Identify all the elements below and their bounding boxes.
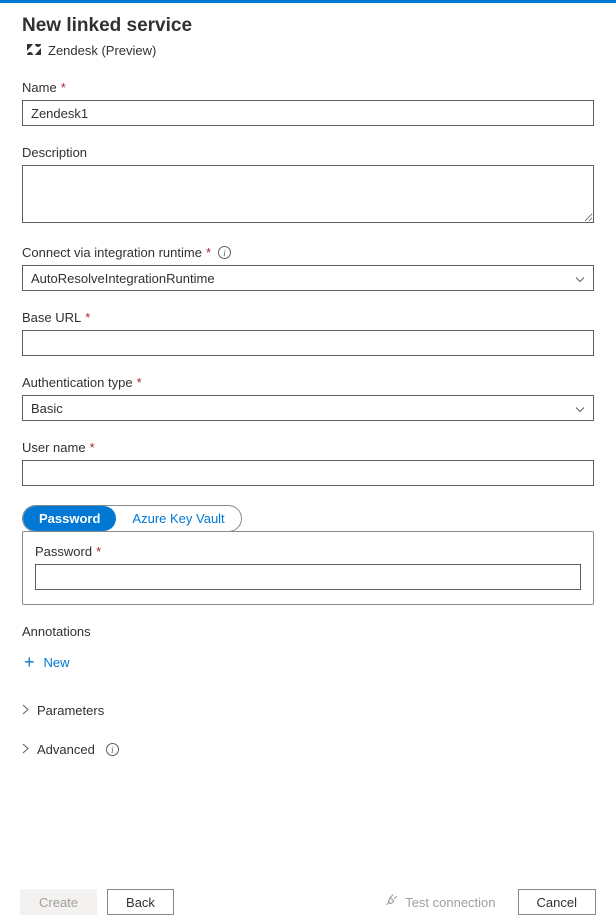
required-asterisk: * [85,310,90,325]
service-type-label: Zendesk (Preview) [48,43,156,58]
parameters-label: Parameters [37,703,104,718]
cancel-button[interactable]: Cancel [518,889,596,915]
advanced-expander[interactable]: Advanced i [22,738,594,761]
new-annotation-label: New [44,655,70,670]
chevron-right-icon [22,742,29,757]
credential-tabs: Password Azure Key Vault [22,505,242,532]
field-description: Description [22,145,594,226]
auth-type-select[interactable] [22,395,594,421]
info-icon[interactable]: i [106,743,119,756]
password-input[interactable] [35,564,581,590]
name-input[interactable] [22,100,594,126]
page-title: New linked service [22,15,594,37]
plus-icon: + [24,653,35,671]
back-button[interactable]: Back [107,889,174,915]
info-icon[interactable]: i [218,246,231,259]
test-connection-label: Test connection [405,895,495,910]
parameters-expander[interactable]: Parameters [22,699,594,722]
password-label: Password [35,544,92,559]
description-label: Description [22,145,87,160]
required-asterisk: * [206,245,211,260]
field-auth-type: Authentication type * [22,375,594,421]
description-input[interactable] [22,165,594,223]
annotations-heading: Annotations [22,624,594,639]
create-button[interactable]: Create [20,889,97,915]
footer-bar: Create Back Test connection Cancel [0,881,616,923]
test-connection-button[interactable]: Test connection [385,894,495,911]
required-asterisk: * [96,544,101,559]
tab-password[interactable]: Password [23,506,116,531]
tab-azure-key-vault[interactable]: Azure Key Vault [116,506,240,531]
service-type-row: Zendesk (Preview) [22,43,594,58]
required-asterisk: * [61,80,66,95]
password-section: Password * [22,531,594,605]
required-asterisk: * [90,440,95,455]
integration-runtime-label: Connect via integration runtime [22,245,202,260]
field-integration-runtime: Connect via integration runtime * i [22,245,594,291]
user-name-label: User name [22,440,86,455]
user-name-input[interactable] [22,460,594,486]
zendesk-icon [27,43,41,58]
name-label: Name [22,80,57,95]
field-name: Name * [22,80,594,126]
add-annotation-button[interactable]: + New [22,649,594,675]
base-url-label: Base URL [22,310,81,325]
field-base-url: Base URL * [22,310,594,356]
chevron-right-icon [22,703,29,718]
base-url-input[interactable] [22,330,594,356]
plug-icon [385,894,399,911]
advanced-label: Advanced [37,742,95,757]
required-asterisk: * [137,375,142,390]
integration-runtime-select[interactable] [22,265,594,291]
field-user-name: User name * [22,440,594,486]
auth-type-label: Authentication type [22,375,133,390]
